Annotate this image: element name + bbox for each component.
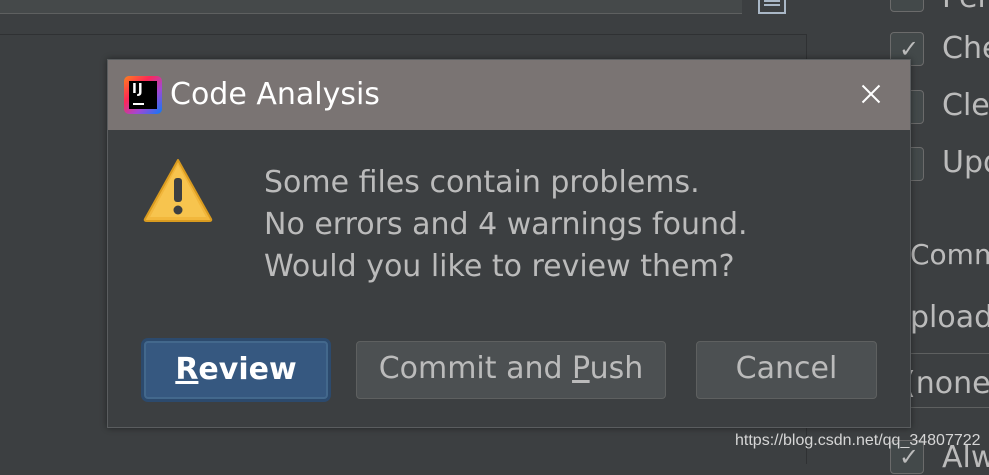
- bg-field-label: pload: [910, 300, 989, 335]
- close-icon[interactable]: [853, 76, 889, 112]
- bg-option-label-3: Cle: [942, 88, 989, 123]
- background-text-field[interactable]: [0, 0, 742, 14]
- warning-icon: [143, 159, 213, 222]
- code-analysis-dialog: IJ Code Analysis Some files contain prob…: [107, 59, 911, 428]
- bg-option-label-4: Upd: [942, 145, 989, 180]
- review-button[interactable]: Review: [144, 341, 328, 399]
- watermark-text: https://blog.csdn.net/qq_34807722: [735, 432, 981, 449]
- message-line: No errors and 4 warnings found.: [264, 207, 748, 242]
- bg-option-label-2: Che: [942, 31, 989, 66]
- bg-section-label: Comm: [910, 238, 989, 271]
- cancel-button[interactable]: Cancel: [696, 341, 877, 399]
- intellij-app-icon: IJ: [124, 76, 162, 114]
- checkbox-icon[interactable]: [890, 0, 924, 12]
- message-line: Some files contain problems.: [264, 165, 700, 200]
- dialog-title: Code Analysis: [170, 77, 380, 112]
- message-line: Would you like to review them?: [264, 249, 735, 284]
- dialog-titlebar[interactable]: IJ Code Analysis: [108, 60, 910, 130]
- commit-and-push-button[interactable]: Commit and Push: [356, 341, 666, 399]
- document-icon[interactable]: [758, 0, 786, 14]
- bg-dropdown-value: (none: [904, 366, 989, 401]
- dialog-message: Some files contain problems. No errors a…: [264, 162, 748, 288]
- bg-option-label-1: Per: [942, 0, 989, 15]
